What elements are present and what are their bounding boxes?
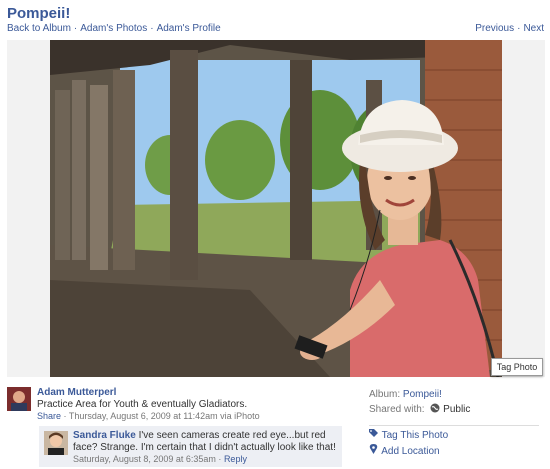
privacy-row: Shared with: Public [369, 403, 470, 415]
nav-separator: · [150, 23, 154, 34]
shared-with-label: Shared with: [369, 404, 425, 415]
avatar[interactable] [7, 387, 31, 411]
comment-author-link[interactable]: Sandra Fluke [73, 430, 136, 441]
comment-timestamp: Saturday, August 8, 2009 at 6:35am · [73, 454, 224, 464]
pompeii-photo-image [50, 40, 502, 377]
previous-link[interactable]: Previous [475, 23, 514, 34]
back-to-album-link[interactable]: Back to Album [7, 23, 71, 34]
privacy-value[interactable]: Public [443, 404, 470, 415]
album-label: Album: [369, 389, 401, 400]
breadcrumb: Back to Album · Adam's Photos · Adam's Profi… [7, 23, 221, 34]
comment-item: Sandra Fluke I've seen cameras create re… [39, 426, 342, 467]
avatar[interactable] [44, 431, 68, 455]
photo-caption: Practice Area for Youth & eventually Gla… [37, 399, 248, 410]
photo-stage [7, 40, 545, 377]
tag-photo-button[interactable]: Tag Photo [491, 358, 543, 376]
location-pin-icon [369, 444, 379, 456]
sidebar-divider [369, 425, 539, 426]
globe-icon [430, 403, 440, 413]
comment-text: Sandra Fluke I've seen cameras create re… [73, 430, 338, 454]
add-location-link[interactable]: Add Location [381, 446, 439, 457]
add-location-action[interactable]: Add Location [369, 444, 440, 457]
share-link[interactable]: Share [37, 411, 61, 421]
page-title: Pompeii! [7, 5, 71, 22]
post-author-link[interactable]: Adam Mutterperl [37, 387, 116, 398]
nav-separator: · [73, 23, 78, 34]
post-timestamp: · Thursday, August 6, 2009 at 11:42am vi… [61, 411, 260, 421]
tag-icon [369, 429, 379, 440]
main-photo[interactable] [50, 40, 502, 377]
adams-profile-link[interactable]: Adam's Profile [157, 23, 221, 34]
tag-this-photo-action[interactable]: Tag This Photo [369, 429, 448, 441]
album-row: Album: Pompeii! [369, 389, 442, 400]
post-meta: Share · Thursday, August 6, 2009 at 11:4… [37, 411, 260, 421]
photo-pager: Previous · Next [475, 23, 544, 34]
next-link[interactable]: Next [523, 23, 544, 34]
comment-meta: Saturday, August 8, 2009 at 6:35am · Rep… [73, 454, 247, 464]
adams-photos-link[interactable]: Adam's Photos [80, 23, 147, 34]
reply-link[interactable]: Reply [224, 454, 247, 464]
album-link[interactable]: Pompeii! [403, 389, 442, 400]
tag-this-photo-link[interactable]: Tag This Photo [382, 430, 449, 441]
